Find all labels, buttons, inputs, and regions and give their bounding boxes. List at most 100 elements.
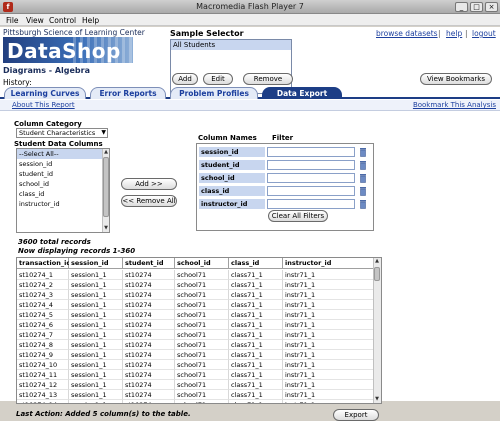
sample-add-button[interactable]: Add (172, 73, 198, 85)
column-header[interactable]: class_id (229, 258, 283, 269)
about-report-link[interactable]: About This Report (12, 101, 75, 109)
list-item-school-id[interactable]: school_id (17, 179, 109, 189)
table-cell: class71_1 (229, 330, 283, 340)
trash-icon[interactable] (359, 147, 367, 157)
tab-data-export[interactable]: Data Export (262, 87, 342, 99)
maximize-button[interactable]: □ (470, 2, 483, 12)
table-cell: st10274 (123, 350, 175, 360)
table-cell: st10274 (123, 360, 175, 370)
table-row: st10274_6 session1_1 st10274 school71 class7… (17, 320, 375, 330)
student-data-columns-list[interactable]: --Select All-- session_id student_id sch… (16, 148, 110, 233)
column-category-select[interactable]: Student Characteristics ▼ (16, 128, 108, 138)
table-cell: class71_1 (229, 390, 283, 400)
sample-remove-button[interactable]: Remove (243, 73, 293, 85)
sample-item-all-students[interactable]: All Students (171, 40, 291, 50)
menu-control[interactable]: Control (49, 16, 76, 25)
logout-link[interactable]: logout (472, 29, 496, 38)
scroll-thumb[interactable] (103, 157, 109, 217)
filter-input-student-id[interactable] (267, 160, 355, 170)
filter-input-class-id[interactable] (267, 186, 355, 196)
table-cell: st10274_1 (17, 270, 69, 280)
trash-icon[interactable] (359, 186, 367, 196)
datashop-logo: DataShop (3, 37, 133, 63)
table-cell: instr71_1 (283, 350, 375, 360)
scroll-down-icon[interactable]: ▼ (103, 225, 109, 232)
clear-all-filters-button[interactable]: Clear All Filters (268, 210, 328, 222)
filter-column-name: class_id (199, 186, 265, 196)
table-cell: instr71_1 (283, 370, 375, 380)
table-cell: school71 (175, 310, 229, 320)
sample-edit-button[interactable]: Edit (203, 73, 233, 85)
add-columns-button[interactable]: Add >> (121, 178, 177, 190)
filter-input-school-id[interactable] (267, 173, 355, 183)
table-cell: session1_1 (69, 300, 123, 310)
menu-file[interactable]: File (6, 16, 19, 25)
column-header[interactable]: instructor_id (283, 258, 375, 269)
filter-row: student_id (199, 160, 369, 170)
trash-icon[interactable] (359, 173, 367, 183)
table-row: st10274_13 session1_1 st10274 school71 class… (17, 390, 375, 400)
menu-help[interactable]: Help (82, 16, 99, 25)
view-bookmarks-button[interactable]: View Bookmarks (420, 73, 492, 85)
list-item-select-all[interactable]: --Select All-- (17, 149, 109, 159)
table-scrollbar[interactable]: ▲ ▼ (373, 258, 381, 403)
menu-view[interactable]: View (26, 16, 44, 25)
table-cell: school71 (175, 270, 229, 280)
table-cell: session1_1 (69, 310, 123, 320)
tab-learning-curves[interactable]: Learning Curves (4, 87, 86, 99)
student-data-columns-label: Student Data Columns (14, 140, 103, 148)
table-cell: session1_1 (69, 350, 123, 360)
dataset-title: Diagrams - Algebra (3, 66, 90, 75)
table-cell: school71 (175, 350, 229, 360)
scroll-thumb[interactable] (374, 267, 380, 281)
table-cell: session1_1 (69, 390, 123, 400)
scroll-down-icon[interactable]: ▼ (374, 396, 380, 403)
tab-error-reports[interactable]: Error Reports (90, 87, 166, 99)
displaying-records: Now displaying records 1-360 (18, 247, 136, 255)
table-cell: st10274_7 (17, 330, 69, 340)
table-cell: st10274 (123, 280, 175, 290)
tab-problem-profiles[interactable]: Problem Profiles (170, 87, 258, 99)
table-cell: st10274_12 (17, 380, 69, 390)
org-name: Pittsburgh Science of Learning Center (3, 28, 145, 37)
scroll-up-icon[interactable]: ▲ (374, 258, 380, 265)
list-item-student-id[interactable]: student_id (17, 169, 109, 179)
table-cell: st10274_13 (17, 390, 69, 400)
list-item-instructor-id[interactable]: instructor_id (17, 199, 109, 209)
table-cell: school71 (175, 320, 229, 330)
export-button[interactable]: Export (333, 409, 379, 421)
table-row: st10274_2 session1_1 st10274 school71 class7… (17, 280, 375, 290)
filter-input-instructor-id[interactable] (267, 199, 355, 209)
scroll-up-icon[interactable]: ▲ (103, 149, 109, 156)
column-header[interactable]: session_id (69, 258, 123, 269)
browse-datasets-link[interactable]: browse datasets (376, 29, 438, 38)
table-row: st10274_11 session1_1 st10274 school71 class… (17, 370, 375, 380)
table-row: st10274_12 session1_1 st10274 school71 class… (17, 380, 375, 390)
table-cell: school71 (175, 380, 229, 390)
window-title: Macromedia Flash Player 7 (196, 2, 304, 11)
help-link[interactable]: help (446, 29, 462, 38)
table-cell: st10274 (123, 330, 175, 340)
column-header[interactable]: school_id (175, 258, 229, 269)
filter-row: school_id (199, 173, 369, 183)
table-cell: st10274_2 (17, 280, 69, 290)
filter-input-session-id[interactable] (267, 147, 355, 157)
filter-row: session_id (199, 147, 369, 157)
minimize-button[interactable]: _ (455, 2, 468, 12)
columns-scrollbar[interactable]: ▲ ▼ (102, 149, 109, 232)
bookmark-analysis-link[interactable]: Bookmark This Analysis (413, 101, 496, 109)
logo-text: DataShop (7, 39, 121, 63)
column-header[interactable]: student_id (123, 258, 175, 269)
remove-all-columns-button[interactable]: << Remove All (121, 195, 177, 207)
table-cell: school71 (175, 340, 229, 350)
table-cell: class71_1 (229, 270, 283, 280)
list-item-class-id[interactable]: class_id (17, 189, 109, 199)
table-cell: st10274 (123, 290, 175, 300)
trash-icon[interactable] (359, 199, 367, 209)
table-cell: st10274 (123, 390, 175, 400)
trash-icon[interactable] (359, 160, 367, 170)
column-header[interactable]: transaction_id (17, 258, 71, 269)
table-cell: class71_1 (229, 350, 283, 360)
list-item-session-id[interactable]: session_id (17, 159, 109, 169)
close-button[interactable]: × (485, 2, 498, 12)
